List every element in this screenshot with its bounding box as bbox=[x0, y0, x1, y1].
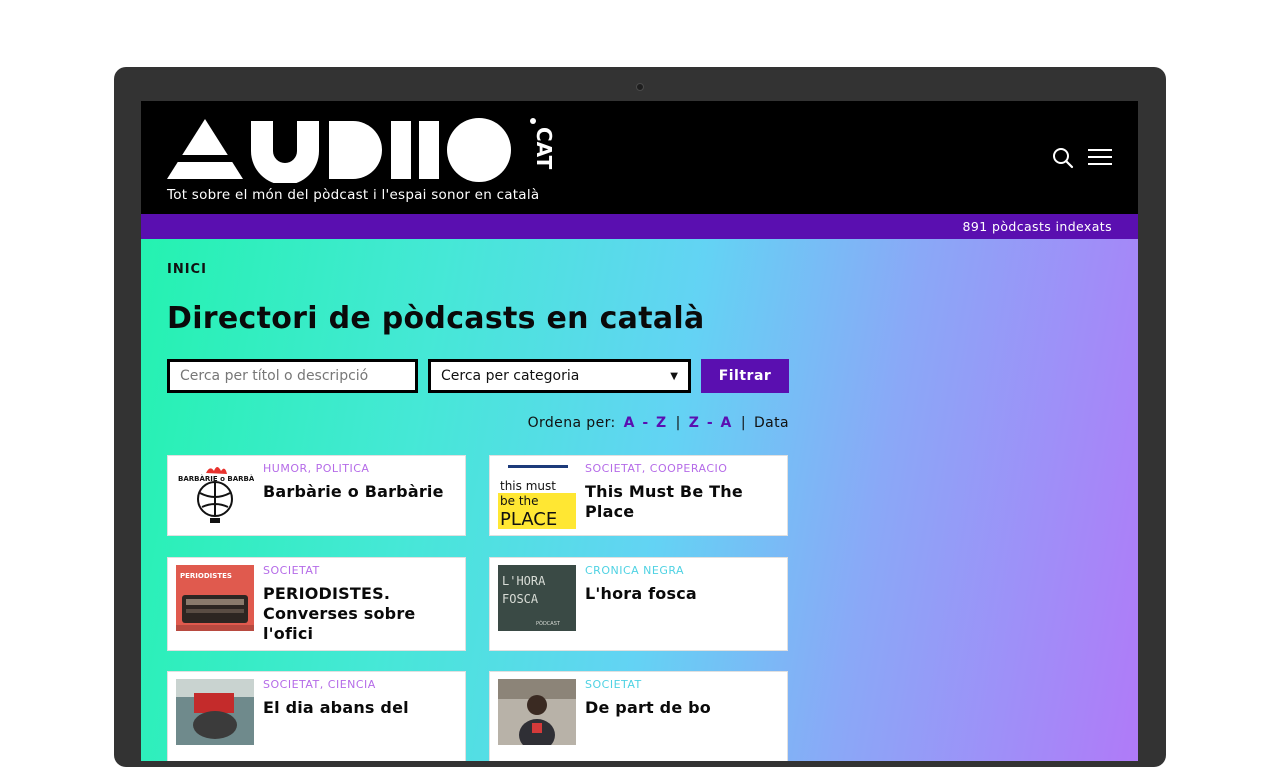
browser-screen: CAT Tot sobre el món del pòdcast i l'esp… bbox=[141, 101, 1138, 761]
header-menu-button[interactable] bbox=[1088, 147, 1112, 167]
card-categories: CRONICA NEGRA bbox=[585, 564, 685, 577]
search-icon bbox=[1053, 148, 1074, 169]
barbarie-cover-image: BARBÀRIE o BARBÀRIE bbox=[176, 463, 254, 529]
card-categories: HUMOR, POLITICA bbox=[263, 462, 370, 475]
podcast-thumbnail: this must be the PLACE bbox=[498, 463, 576, 529]
card-title: PERIODISTES. Converses sobre l'ofici bbox=[263, 584, 416, 643]
card-title: El dia abans del bbox=[263, 698, 409, 717]
card-categories: SOCIETAT, CIENCIA bbox=[263, 678, 376, 691]
sort-controls: Ordena per: A - Z | Z - A | Data bbox=[526, 415, 789, 431]
card-title: De part de bo bbox=[585, 698, 711, 717]
podcast-card[interactable]: BARBÀRIE o BARBÀRIE HUMOR, POLITICA Barb… bbox=[167, 455, 466, 536]
podcast-card[interactable]: SOCIETAT, CIENCIA El dia abans del bbox=[167, 671, 466, 761]
caret-down-icon: ▼ bbox=[670, 370, 678, 382]
sort-separator: | bbox=[740, 415, 746, 431]
podcast-card[interactable]: SOCIETAT De part de bo bbox=[489, 671, 788, 761]
camera-dot bbox=[636, 83, 644, 91]
site-header: CAT Tot sobre el món del pòdcast i l'esp… bbox=[141, 101, 1138, 214]
svg-text:PÒDCAST: PÒDCAST bbox=[536, 620, 561, 627]
sort-z-a[interactable]: Z - A bbox=[689, 415, 733, 431]
laptop-frame: CAT Tot sobre el món del pòdcast i l'esp… bbox=[114, 67, 1166, 767]
indexed-count-bar: 891 pòdcasts indexats bbox=[141, 214, 1138, 239]
site-tagline: Tot sobre el món del pòdcast i l'espai s… bbox=[167, 187, 540, 203]
search-input[interactable] bbox=[167, 359, 418, 393]
periodistes-cover-image: PERIODISTES bbox=[176, 565, 254, 631]
dia-abans-cover-image bbox=[176, 679, 254, 745]
sort-label: Ordena per: bbox=[527, 415, 616, 431]
card-categories: SOCIETAT, COOPERACIO bbox=[585, 462, 728, 475]
podcast-card[interactable]: this must be the PLACE SOCIETAT, COOPERA… bbox=[489, 455, 788, 536]
svg-text:PLACE: PLACE bbox=[500, 509, 557, 529]
podcast-card[interactable]: PERIODISTES SOCIETAT PERIODISTES. Conver… bbox=[167, 557, 466, 651]
card-title: L'hora fosca bbox=[585, 584, 697, 603]
audio-cat-logo: CAT bbox=[167, 118, 556, 183]
barbarie-cover-text: BARBÀRIE o BARBÀRIE bbox=[178, 474, 254, 483]
card-title: This Must Be The Place bbox=[585, 482, 743, 521]
podcast-thumbnail: PERIODISTES bbox=[176, 565, 254, 631]
svg-text:CAT: CAT bbox=[532, 127, 556, 170]
hamburger-menu-icon bbox=[1088, 149, 1112, 165]
breadcrumb-home[interactable]: INICI bbox=[167, 262, 207, 277]
podcast-thumbnail: BARBÀRIE o BARBÀRIE bbox=[176, 463, 254, 529]
indexed-count: 891 pòdcasts indexats bbox=[962, 219, 1112, 234]
sort-separator: | bbox=[675, 415, 681, 431]
svg-text:FOSCA: FOSCA bbox=[502, 592, 539, 606]
sort-a-z[interactable]: A - Z bbox=[624, 415, 668, 431]
page-title: Directori de pòdcasts en català bbox=[167, 301, 705, 336]
podcast-thumbnail bbox=[176, 679, 254, 745]
card-categories: SOCIETAT bbox=[585, 678, 642, 691]
header-search-button[interactable] bbox=[1052, 147, 1074, 169]
podcast-card[interactable]: L'HORA FOSCA PÒDCAST CRONICA NEGRA L'hor… bbox=[489, 557, 788, 651]
podcast-thumbnail: L'HORA FOSCA PÒDCAST bbox=[498, 565, 576, 631]
category-select-value: Cerca per categoria bbox=[441, 368, 580, 384]
de-part-de-bo-cover-image bbox=[498, 679, 576, 745]
filter-button[interactable]: Filtrar bbox=[701, 359, 789, 393]
podcast-thumbnail bbox=[498, 679, 576, 745]
sort-date[interactable]: Data bbox=[754, 415, 789, 431]
card-categories: SOCIETAT bbox=[263, 564, 320, 577]
directory-content: INICI Directori de pòdcasts en català Ce… bbox=[141, 239, 1138, 761]
svg-text:be the: be the bbox=[500, 494, 539, 508]
svg-text:this must: this must bbox=[500, 479, 556, 493]
card-title: Barbàrie o Barbàrie bbox=[263, 482, 444, 501]
hora-fosca-cover-image: L'HORA FOSCA PÒDCAST bbox=[498, 565, 576, 631]
this-must-be-the-place-cover-image: this must be the PLACE bbox=[498, 463, 576, 529]
svg-text:L'HORA: L'HORA bbox=[502, 574, 546, 588]
category-select[interactable]: Cerca per categoria ▼ bbox=[428, 359, 691, 393]
svg-text:PERIODISTES: PERIODISTES bbox=[180, 572, 232, 580]
